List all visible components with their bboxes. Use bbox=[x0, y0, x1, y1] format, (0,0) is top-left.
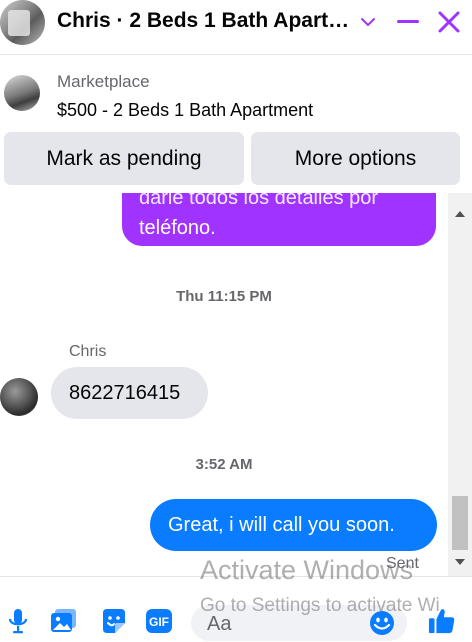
photo-icon[interactable] bbox=[50, 607, 78, 635]
scroll-down-arrow-icon[interactable] bbox=[448, 555, 472, 569]
scrollbar-thumb[interactable] bbox=[452, 496, 468, 550]
scroll-up-arrow-icon[interactable] bbox=[448, 207, 472, 221]
gif-label: GIF bbox=[149, 615, 169, 629]
listing-source: Marketplace bbox=[57, 72, 150, 91]
listing-card: Marketplace $500 - 2 Beds 1 Bath Apartme… bbox=[0, 55, 472, 193]
chat-header: Chris · 2 Beds 1 Bath Apart… bbox=[0, 0, 472, 46]
gif-icon[interactable]: GIF bbox=[145, 607, 173, 635]
more-options-button[interactable]: More options bbox=[251, 132, 460, 185]
sender-name: Chris bbox=[69, 343, 107, 360]
message-input-container[interactable] bbox=[191, 605, 407, 641]
message-thread[interactable]: darle todos los detalles por teléfono. T… bbox=[0, 193, 448, 576]
close-icon[interactable] bbox=[436, 8, 462, 36]
listing-title[interactable]: $500 - 2 Beds 1 Bath Apartment bbox=[57, 100, 313, 121]
incoming-message-bubble[interactable]: 8622716415 bbox=[51, 367, 208, 419]
outgoing-message-bubble: darle todos los detalles por teléfono. bbox=[122, 193, 436, 246]
listing-thumbnail[interactable] bbox=[4, 75, 40, 111]
thumbs-up-icon[interactable] bbox=[428, 607, 456, 635]
scrollbar[interactable] bbox=[448, 193, 472, 576]
message-timestamp: Thu 11:15 PM bbox=[176, 288, 272, 305]
message-text-line: darle todos los detalles por bbox=[139, 193, 379, 209]
outgoing-message-bubble[interactable]: Great, i will call you soon. bbox=[150, 499, 437, 551]
message-timestamp: 3:52 AM bbox=[195, 456, 253, 473]
sticker-icon[interactable] bbox=[99, 607, 127, 635]
message-text-line: teléfono. bbox=[139, 217, 216, 239]
mark-as-pending-button[interactable]: Mark as pending bbox=[4, 132, 244, 185]
message-status: Sent bbox=[386, 555, 419, 572]
minimize-icon[interactable] bbox=[396, 8, 420, 36]
emoji-icon[interactable] bbox=[368, 609, 396, 637]
chat-title[interactable]: Chris · 2 Beds 1 Bath Apart… bbox=[57, 9, 347, 33]
message-composer: GIF bbox=[0, 577, 472, 642]
contact-avatar[interactable] bbox=[0, 0, 45, 45]
microphone-icon[interactable] bbox=[4, 607, 32, 635]
sender-avatar[interactable] bbox=[0, 378, 38, 416]
chevron-down-icon[interactable] bbox=[357, 8, 379, 36]
message-input[interactable] bbox=[207, 611, 367, 637]
